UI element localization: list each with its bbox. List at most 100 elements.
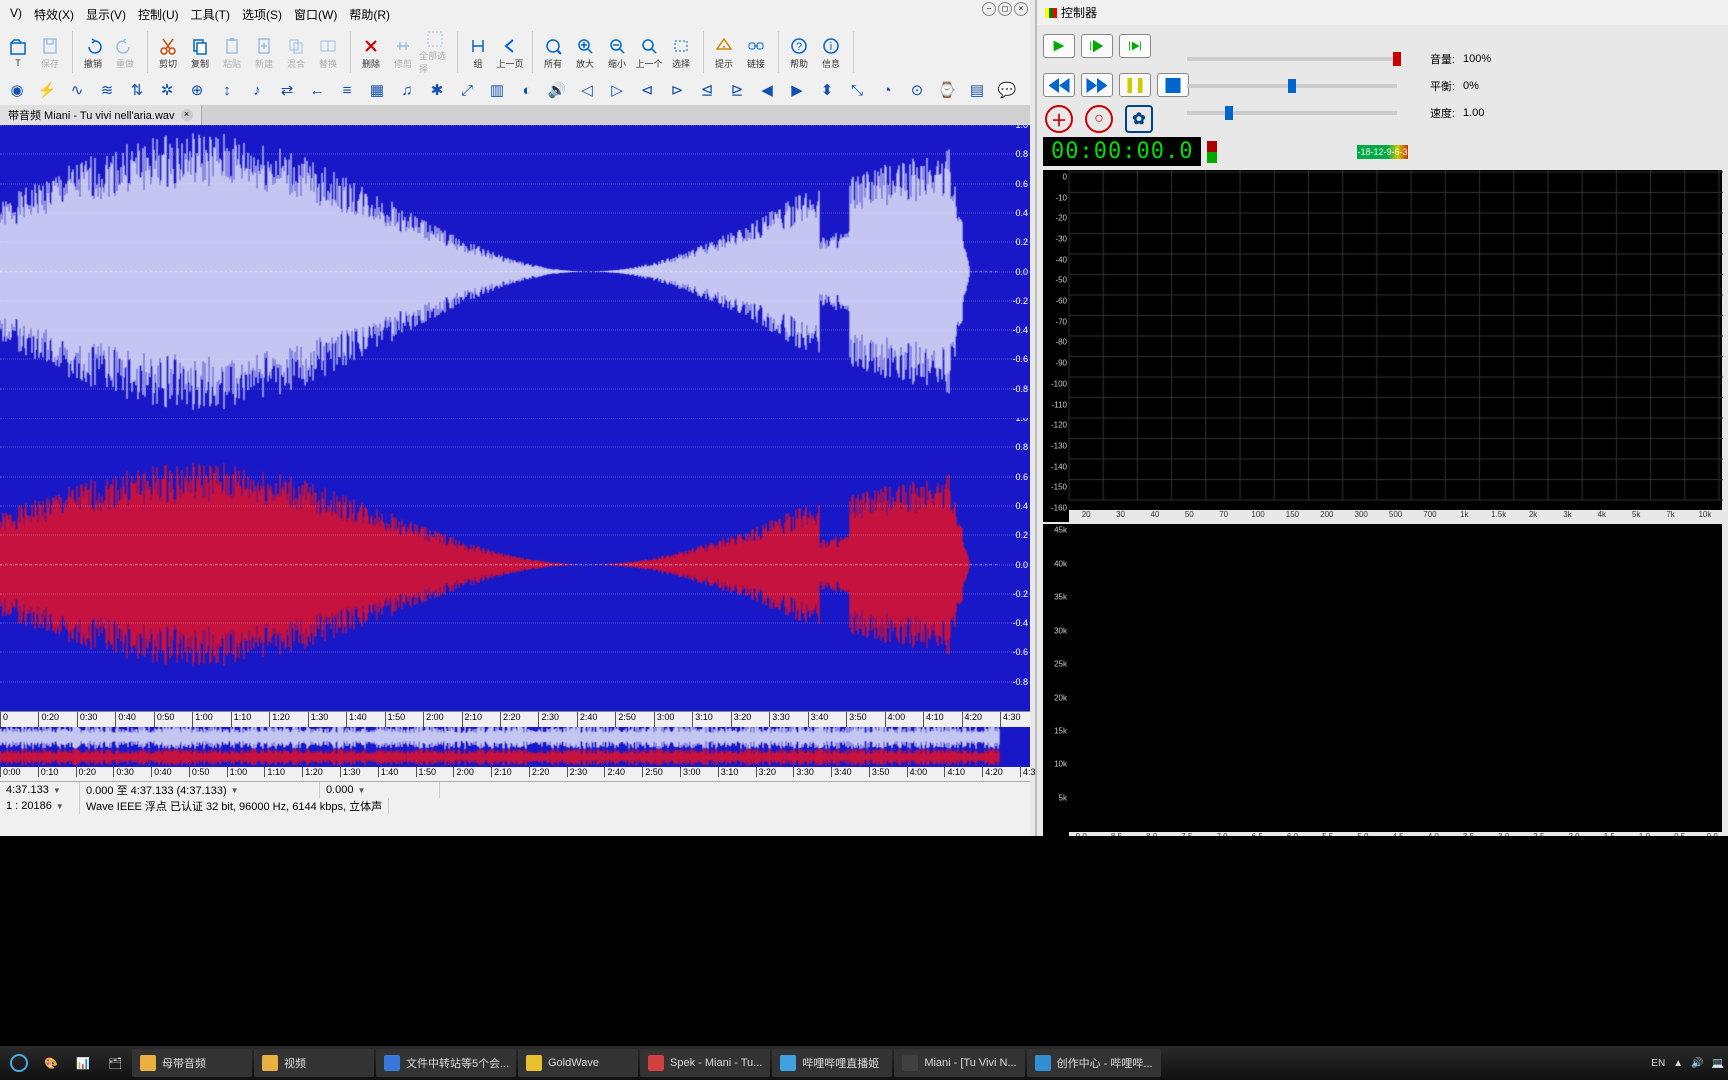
taskbar-item[interactable]: Miani - [Tu Vivi N... [894, 1049, 1024, 1077]
copy-button[interactable]: 复制 [184, 31, 216, 73]
taskbar-item[interactable]: 哔哩哔哩直播姬 [772, 1049, 892, 1077]
effect-button-11[interactable]: ≡ [332, 77, 362, 103]
effect-button-22[interactable]: ⊳ [662, 77, 692, 103]
effect-button-25[interactable]: ◀ [752, 77, 782, 103]
taskbar-item[interactable]: Spek - Miani - Tu... [640, 1049, 770, 1077]
tray-icon[interactable]: 🔊 [1691, 1058, 1703, 1069]
dropdown-icon[interactable]: ▼ [56, 802, 64, 811]
all-button[interactable]: 所有 [537, 31, 569, 73]
effect-button-0[interactable]: ◉ [2, 77, 32, 103]
new-button[interactable]: 新建 [248, 31, 280, 73]
start-button[interactable] [4, 1049, 34, 1077]
menu-item[interactable]: 特效(X) [34, 6, 74, 23]
effect-button-20[interactable]: ▷ [602, 77, 632, 103]
effect-button-16[interactable]: ▥ [482, 77, 512, 103]
waveform-left-channel[interactable]: 1.00.80.60.40.20.0-0.2-0.4-0.6-0.8 [0, 125, 1030, 418]
taskbar-item[interactable]: 视频 [254, 1049, 374, 1077]
waveform-right-channel[interactable]: 1.00.80.60.40.20.0-0.2-0.4-0.6-0.8 [0, 418, 1030, 711]
effect-button-33[interactable]: 💬 [992, 77, 1022, 103]
undo-button[interactable]: 撤销 [77, 31, 109, 73]
zoomin-button[interactable]: 放大 [569, 31, 601, 73]
link-button[interactable]: 链接 [740, 31, 772, 73]
effect-button-2[interactable]: ∿ [62, 77, 92, 103]
group-button[interactable]: 组 [462, 31, 494, 73]
menu-item[interactable]: 控制(U) [138, 6, 179, 23]
hint-button[interactable]: 提示 [708, 31, 740, 73]
dropdown-icon[interactable]: ▼ [231, 786, 239, 795]
save-button[interactable]: 保存 [34, 31, 66, 73]
effect-button-30[interactable]: ⊙ [902, 77, 932, 103]
play-button[interactable] [1043, 34, 1075, 58]
zoomout-button[interactable]: 缩小 [601, 31, 633, 73]
forward-button[interactable] [1081, 73, 1113, 97]
maximize-button[interactable]: ◻ [998, 2, 1012, 16]
dropdown-icon[interactable]: ▼ [53, 786, 61, 795]
effect-button-19[interactable]: ◁ [572, 77, 602, 103]
tray-icon[interactable]: ▲ [1673, 1058, 1683, 1069]
effect-button-29[interactable]: ◔ [872, 77, 902, 103]
delete-button[interactable]: 删除 [355, 31, 387, 73]
info-button[interactable]: i信息 [815, 31, 847, 73]
play-selection-button[interactable] [1119, 34, 1151, 58]
effect-button-21[interactable]: ⊲ [632, 77, 662, 103]
replace-button[interactable]: 替换 [312, 31, 344, 73]
effect-button-17[interactable]: ◐ [512, 77, 542, 103]
menu-item[interactable]: 工具(T) [191, 6, 230, 23]
record-button[interactable]: ＋ [1045, 105, 1073, 133]
tray-icon[interactable]: 💻 [1712, 1058, 1724, 1069]
menu-item[interactable]: 显示(V) [86, 6, 126, 23]
prev-button[interactable]: 上一页 [494, 31, 526, 73]
overview-strip[interactable] [0, 727, 1030, 767]
effect-button-15[interactable]: ⤢ [452, 77, 482, 103]
redo-button[interactable]: 重做 [109, 31, 141, 73]
paste-button[interactable]: 粘贴 [216, 31, 248, 73]
sel-button[interactable]: 选择 [665, 31, 697, 73]
prev1-button[interactable]: 上一个 [633, 31, 665, 73]
dropdown-icon[interactable]: ▼ [358, 786, 366, 795]
menu-item[interactable]: 选项(S) [242, 6, 282, 23]
taskbar-item[interactable]: 文件中转站等5个会... [376, 1049, 516, 1077]
selall-button[interactable]: 全部选择 [419, 31, 451, 73]
stop-button[interactable] [1157, 73, 1189, 97]
waveform-area[interactable]: 1.00.80.60.40.20.0-0.2-0.4-0.6-0.8 1.00.… [0, 125, 1030, 711]
balance-slider[interactable] [1187, 84, 1397, 88]
effect-button-1[interactable]: ⚡ [32, 77, 62, 103]
effect-button-6[interactable]: ⊕ [182, 77, 212, 103]
menu-item[interactable]: V) [10, 6, 22, 23]
pause-button[interactable] [1119, 73, 1151, 97]
time-ruler[interactable]: 00:200:300:400:501:001:101:201:301:401:5… [0, 711, 1030, 727]
effect-button-28[interactable]: ⤡ [842, 77, 872, 103]
close-button[interactable]: × [1014, 2, 1028, 16]
effect-button-9[interactable]: ⇄ [272, 77, 302, 103]
taskbar-item[interactable]: GoldWave [518, 1049, 638, 1077]
menu-item[interactable]: 帮助(R) [349, 6, 390, 23]
help-button[interactable]: ?帮助 [783, 31, 815, 73]
minimize-button[interactable]: − [982, 2, 996, 16]
effect-button-7[interactable]: ↕ [212, 77, 242, 103]
effect-button-31[interactable]: ⌚ [932, 77, 962, 103]
effect-button-24[interactable]: ⊵ [722, 77, 752, 103]
taskbar-item[interactable]: 创作中心 - 哔哩哔... [1027, 1049, 1161, 1077]
effect-button-10[interactable]: ← [302, 77, 332, 103]
taskbar-icon[interactable]: 🎨 [36, 1049, 66, 1077]
volume-slider[interactable] [1187, 57, 1397, 61]
taskbar-item[interactable]: 母带音频 [132, 1049, 252, 1077]
language-indicator[interactable]: EN [1651, 1058, 1665, 1069]
effect-button-8[interactable]: ♪ [242, 77, 272, 103]
taskbar-icon[interactable]: 📊 [68, 1049, 98, 1077]
mix-button[interactable]: 混合 [280, 31, 312, 73]
effect-button-14[interactable]: ✱ [422, 77, 452, 103]
open-button[interactable]: T [2, 31, 34, 73]
play-loop-button[interactable] [1081, 34, 1113, 58]
effect-button-5[interactable]: ✲ [152, 77, 182, 103]
taskbar-icon[interactable]: 🗂 [100, 1049, 130, 1077]
effect-button-23[interactable]: ⊴ [692, 77, 722, 103]
effect-button-13[interactable]: ♫ [392, 77, 422, 103]
effect-button-26[interactable]: ▶ [782, 77, 812, 103]
effect-button-12[interactable]: ▦ [362, 77, 392, 103]
overview-ruler[interactable]: 0:000:100:200:300:400:501:001:101:201:30… [0, 767, 1030, 781]
menu-item[interactable]: 窗口(W) [294, 6, 337, 23]
effect-button-32[interactable]: ▤ [962, 77, 992, 103]
cut-button[interactable]: 剪切 [152, 31, 184, 73]
effect-button-4[interactable]: ⇅ [122, 77, 152, 103]
